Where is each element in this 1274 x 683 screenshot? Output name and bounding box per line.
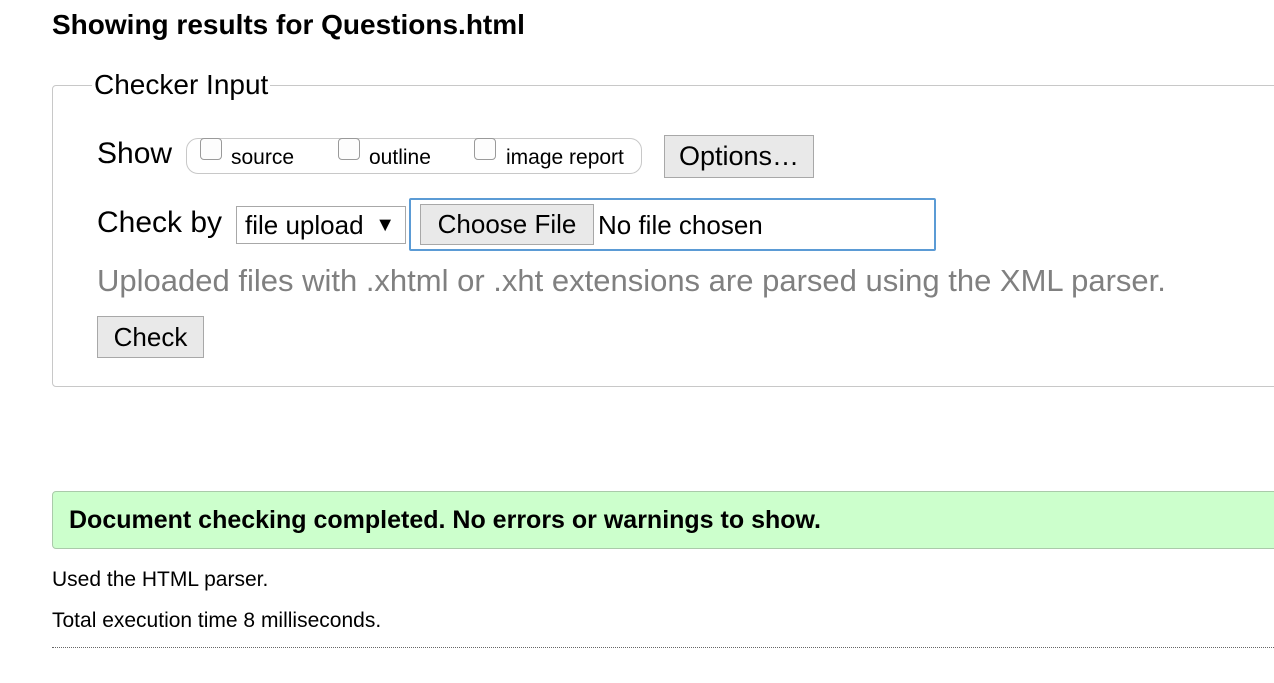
triangle-down-icon: ▼: [375, 214, 395, 236]
dotted-divider: [52, 647, 1274, 648]
page-title: Showing results for Questions.html: [52, 9, 525, 40]
parser-hint: Uploaded files with .xhtml or .xht exten…: [97, 263, 1166, 298]
execution-time: Total execution time 8 milliseconds.: [52, 609, 382, 632]
choose-file-button[interactable]: Choose File: [420, 204, 594, 245]
parser-info: Used the HTML parser.: [52, 568, 269, 591]
check-by-select[interactable]: file upload ▼: [236, 206, 406, 244]
show-label: Show: [97, 137, 173, 170]
check-by-selected-value: file upload: [245, 210, 364, 240]
outline-checkbox[interactable]: [338, 138, 360, 160]
check-by-label: Check by: [97, 206, 223, 239]
image-report-checkbox[interactable]: [474, 138, 496, 160]
check-button[interactable]: Check: [97, 316, 204, 358]
success-message: Document checking completed. No errors o…: [52, 491, 1274, 549]
file-status-text: No file chosen: [598, 210, 763, 240]
source-checkbox[interactable]: [200, 138, 222, 160]
outline-checkbox-label[interactable]: outline: [369, 145, 431, 171]
options-button[interactable]: Options…: [664, 135, 814, 178]
fieldset-legend: Checker Input: [92, 67, 271, 103]
source-checkbox-label[interactable]: source: [231, 145, 294, 171]
image-report-checkbox-label[interactable]: image report: [506, 145, 624, 171]
